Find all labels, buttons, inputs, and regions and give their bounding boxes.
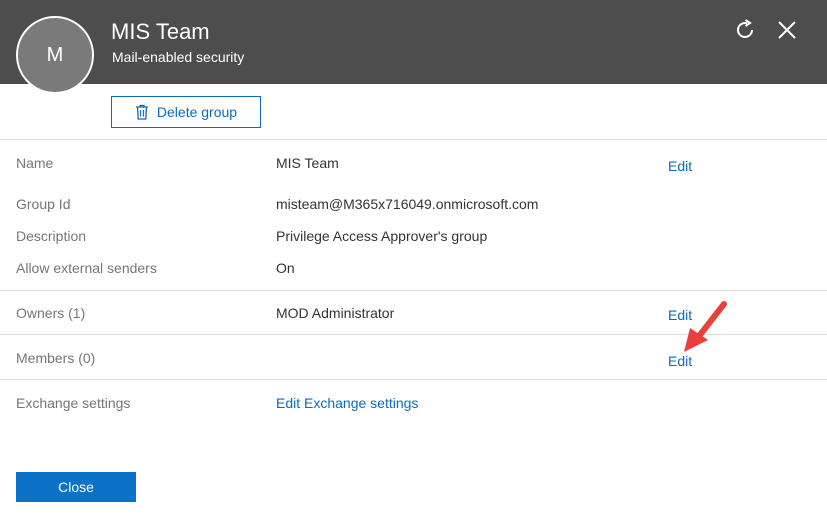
name-value: MIS Team	[276, 155, 339, 171]
close-icon[interactable]	[775, 18, 799, 42]
delete-group-button[interactable]: Delete group	[111, 96, 261, 128]
panel-header: MIS Team Mail-enabled security	[0, 0, 827, 84]
owners-label: Owners (1)	[16, 305, 86, 321]
avatar: M	[16, 16, 94, 94]
annotation-arrow-icon	[684, 301, 727, 352]
close-button[interactable]: Close	[16, 472, 136, 502]
divider	[0, 290, 827, 291]
members-label: Members (0)	[16, 350, 96, 366]
description-value: Privilege Access Approver's group	[276, 228, 488, 244]
delete-group-label: Delete group	[156, 104, 238, 120]
exchange-settings-label: Exchange settings	[16, 395, 131, 411]
group-title: MIS Team	[111, 19, 210, 44]
edit-name-link[interactable]: Edit	[668, 158, 692, 174]
group-id-value: misteam@M365x716049.onmicrosoft.com	[276, 196, 539, 212]
divider	[0, 139, 827, 140]
divider	[0, 379, 827, 380]
external-senders-value: On	[276, 260, 295, 276]
name-label: Name	[16, 155, 54, 171]
refresh-icon[interactable]	[733, 18, 757, 42]
owners-value: MOD Administrator	[276, 305, 395, 321]
avatar-initial: M	[46, 43, 64, 66]
edit-exchange-settings-link[interactable]: Edit Exchange settings	[276, 395, 418, 411]
external-senders-label: Allow external senders	[16, 260, 157, 276]
trash-icon	[135, 104, 148, 120]
group-type: Mail-enabled security	[112, 49, 245, 65]
description-label: Description	[16, 228, 87, 244]
group-id-label: Group Id	[16, 196, 71, 212]
